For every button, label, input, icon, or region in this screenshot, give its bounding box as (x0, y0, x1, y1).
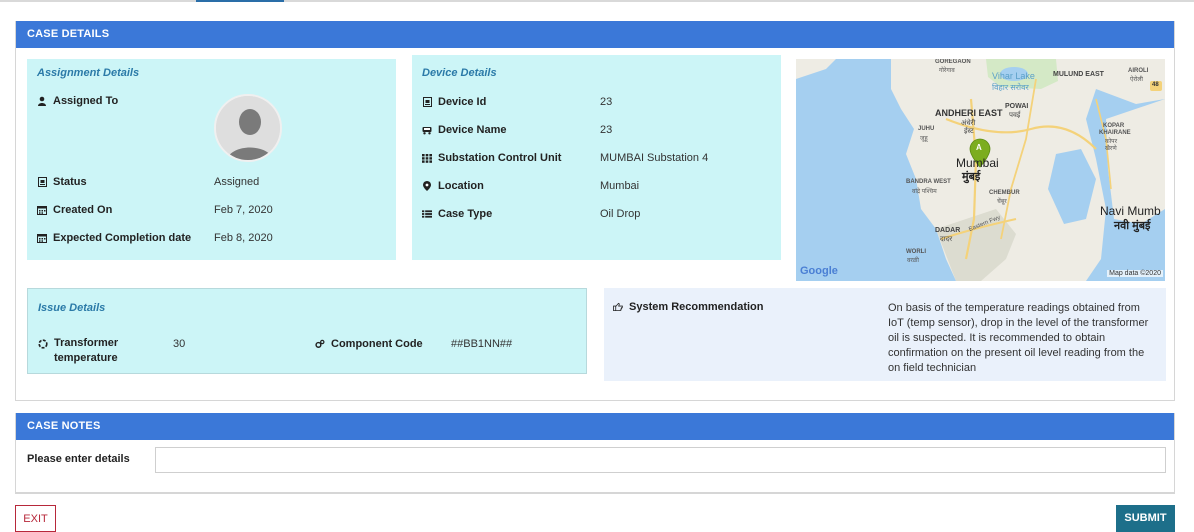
map-label-vihar-lake: Vihar Lake (992, 71, 1035, 81)
map-label-dadar: DADAR (935, 227, 961, 234)
map-marker-icon (422, 181, 432, 191)
grid-icon (422, 153, 432, 163)
google-logo: Google (800, 265, 838, 277)
case-notes-label: Please enter details (27, 453, 130, 465)
map-label-goregaon-local: गोरेगाव (939, 68, 955, 74)
map-highway-shield: 48 (1152, 82, 1159, 88)
expected-completion-label-row: Expected Completion date (37, 232, 191, 244)
map-label-mumbai: Mumbai (956, 156, 999, 170)
map-label-worli-local: वरळी (907, 258, 919, 264)
system-recommendation-text: On basis of the temperature readings obt… (888, 302, 1149, 374)
transformer-temperature-label-row: Transformer temperature (38, 337, 158, 366)
submit-button[interactable]: SUBMIT (1116, 505, 1175, 532)
expected-completion-value: Feb 8, 2020 (214, 232, 273, 244)
map-label-airoli-local: ऐरोली (1130, 77, 1143, 83)
avatar (214, 94, 282, 162)
case-details-panel: CASE DETAILS Assignment Details Assigned… (15, 21, 1175, 401)
location-value: Mumbai (600, 180, 640, 192)
map-label-navi-mumbai: Navi Mumb (1100, 204, 1161, 218)
substation-control-unit-label: Substation Control Unit (438, 152, 562, 164)
location-label-row: Location (422, 180, 484, 192)
system-recommendation-card: System Recommendation On basis of the te… (604, 288, 1166, 381)
badge-icon (37, 177, 47, 187)
circle-notch-icon (38, 339, 48, 349)
device-details-card: Device Details Device Id 23 Device Name … (412, 55, 781, 260)
device-name-value: 23 (600, 124, 613, 136)
map-label-vihar-lake-local: विहार सरोवर (992, 83, 1029, 92)
case-notes-panel: CASE NOTES Please enter details (15, 413, 1175, 493)
calendar-icon (37, 205, 47, 215)
map-label-mumbai-local: मुंबई (962, 171, 981, 183)
created-on-label: Created On (53, 204, 113, 216)
device-id-value: 23 (600, 96, 613, 108)
device-id-label: Device Id (438, 96, 487, 108)
map-attribution: Map data ©2020 (1107, 270, 1163, 277)
hand-pointer-icon (613, 302, 623, 312)
issue-details-card: Issue Details Transformer temperature 30… (27, 288, 587, 374)
status-value: Assigned (214, 176, 260, 188)
map-label-chembur-local: चेंबूर (997, 199, 1007, 205)
active-tab-indicator (196, 0, 284, 2)
status-label: Status (53, 176, 87, 188)
transformer-temperature-label: Transformer temperature (54, 337, 119, 364)
map-label-kopar: KOPAR (1103, 123, 1125, 129)
map-label-bandra-west: BANDRA WEST (906, 179, 951, 185)
map-label-mulund-east: MULUND EAST (1053, 71, 1104, 78)
map-label-airoli: AIROLI (1128, 68, 1149, 74)
list-icon (422, 209, 432, 219)
system-recommendation-label-row: System Recommendation (613, 301, 763, 313)
map-label-powai-local: पवई (1009, 112, 1021, 119)
device-details-title: Device Details (422, 67, 497, 79)
location-label: Location (438, 180, 484, 192)
map-label-worli: WORLI (906, 249, 926, 255)
assigned-to-label: Assigned To (53, 95, 119, 107)
map-label-khairane-local2: खैरणे (1105, 146, 1117, 152)
system-recommendation-label: System Recommendation (629, 301, 764, 313)
status-label-row: Status (37, 176, 87, 188)
map-label-andheri-east-local2: ईस्ट (964, 128, 974, 135)
substation-control-unit-label-row: Substation Control Unit (422, 152, 561, 164)
substation-control-unit-value: MUMBAI Substation 4 (600, 152, 709, 164)
top-tab-strip (0, 0, 1194, 2)
map-label-juhu-local: जुहू (920, 136, 928, 142)
calendar-icon (37, 233, 47, 243)
case-details-header: CASE DETAILS (16, 21, 1174, 48)
truck-icon (422, 125, 432, 135)
created-on-value: Feb 7, 2020 (214, 204, 273, 216)
issue-details-title: Issue Details (38, 302, 106, 314)
map-label-khairane: KHAIRANE (1099, 130, 1131, 136)
map-label-goregaon: GOREGAON (935, 59, 971, 65)
map-label-powai: POWAI (1005, 103, 1029, 110)
transformer-temperature-value: 30 (173, 338, 186, 350)
exit-button[interactable]: EXIT (15, 505, 56, 532)
created-on-label-row: Created On (37, 204, 112, 216)
map-label-navi-mumbai-local: नवी मुंबई (1114, 220, 1151, 232)
user-icon (37, 96, 47, 106)
case-type-value: Oil Drop (600, 208, 641, 220)
case-type-label-row: Case Type (422, 208, 492, 220)
case-notes-input[interactable] (155, 447, 1166, 473)
map-label-juhu: JUHU (918, 126, 935, 132)
component-code-value: ##BB1NN## (451, 338, 513, 350)
component-code-label-row: Component Code (315, 338, 423, 350)
assignment-details-card: Assignment Details Assigned To Status As… (27, 59, 396, 260)
device-name-label-row: Device Name (422, 124, 507, 136)
assigned-to-label-row: Assigned To (37, 95, 118, 107)
assignment-details-title: Assignment Details (37, 67, 140, 79)
component-code-label: Component Code (331, 338, 423, 350)
case-type-label: Case Type (438, 208, 493, 220)
map-label-chembur: CHEMBUR (989, 190, 1020, 196)
map-label-andheri-east: ANDHERI EAST (935, 108, 1003, 118)
map-marker-label: A (976, 143, 982, 152)
cogs-icon (315, 339, 325, 349)
case-notes-header: CASE NOTES (16, 413, 1174, 440)
device-id-label-row: Device Id (422, 96, 486, 108)
map-label-bandra-west-local: वांद्रे पश्चिम (912, 189, 937, 195)
footer-divider (15, 493, 1175, 494)
id-card-icon (422, 97, 432, 107)
map-label-dadar-local: दादर (940, 236, 953, 243)
location-map[interactable]: GOREGAON गोरेगाव Vihar Lake विहार सरोवर … (796, 59, 1165, 281)
expected-completion-label: Expected Completion date (53, 232, 192, 244)
device-name-label: Device Name (438, 124, 507, 136)
